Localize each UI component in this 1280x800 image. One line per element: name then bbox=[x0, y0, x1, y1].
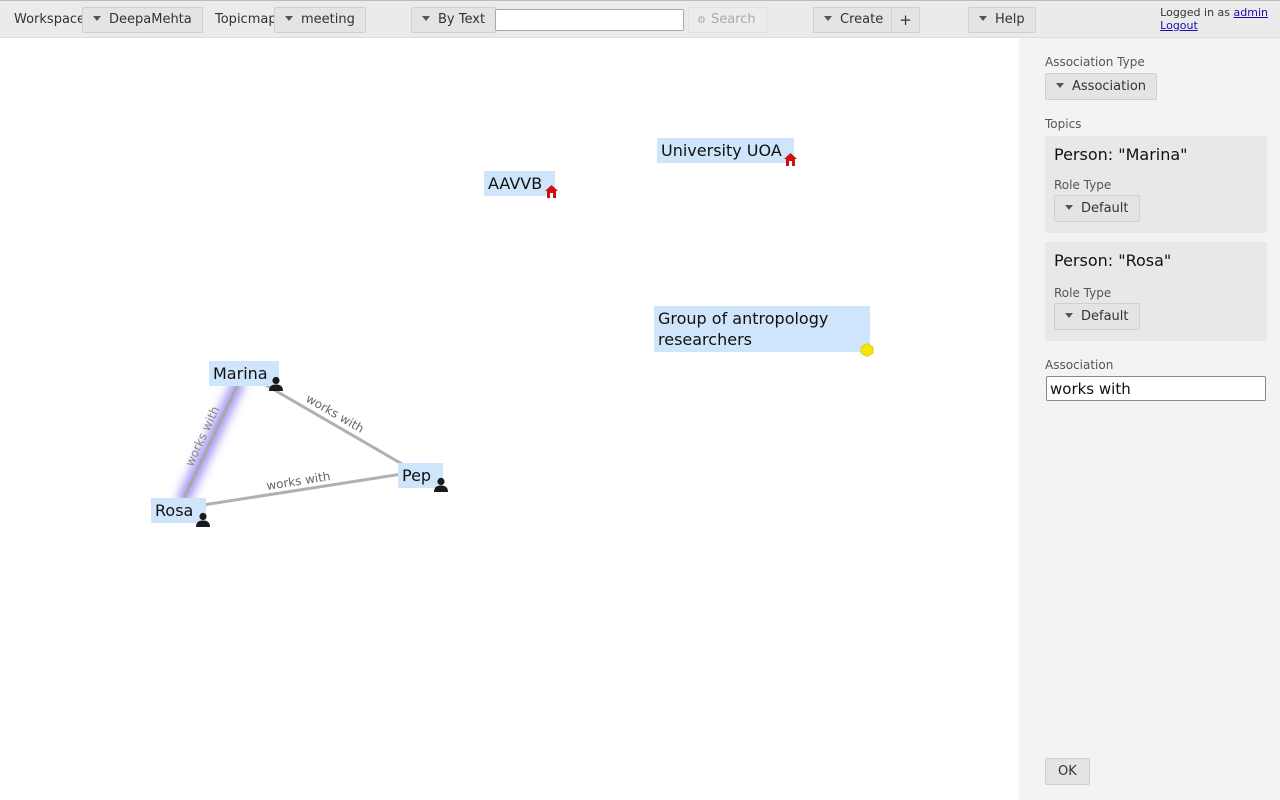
chevron-down-icon bbox=[1065, 205, 1073, 210]
toolbar: Workspace DeepaMehta Topicmap meeting By… bbox=[0, 0, 1280, 38]
topic-university-uoa[interactable]: University UOA bbox=[657, 138, 794, 163]
association-marina-pep[interactable] bbox=[263, 382, 403, 466]
search-mode-select[interactable]: By Text bbox=[411, 7, 497, 33]
topic-panel-rosa: Person: "Rosa" Role Type Default bbox=[1045, 242, 1267, 341]
topic-panel-title: Person: "Rosa" bbox=[1054, 251, 1172, 270]
topic-label: Marina bbox=[213, 364, 268, 383]
assoc-type-label: Association Type bbox=[1045, 55, 1145, 69]
topicmap-select-value: meeting bbox=[301, 12, 355, 27]
search-mode-value: By Text bbox=[438, 12, 486, 27]
topic-label-line2: researchers bbox=[658, 330, 752, 349]
house-icon bbox=[545, 185, 558, 198]
association-value-input[interactable] bbox=[1046, 376, 1266, 401]
role-type-label: Role Type bbox=[1054, 286, 1112, 300]
create-plus-button[interactable]: + bbox=[891, 7, 920, 33]
person-icon bbox=[269, 376, 283, 391]
create-select-label: Create bbox=[840, 12, 884, 27]
topic-label: Pep bbox=[402, 466, 432, 485]
role-type-label: Role Type bbox=[1054, 178, 1112, 192]
workspace-select-value: DeepaMehta bbox=[109, 12, 192, 27]
topic-label: Rosa bbox=[155, 501, 194, 520]
chevron-down-icon bbox=[93, 16, 101, 21]
chevron-down-icon bbox=[824, 16, 832, 21]
logged-in-text: Logged in as bbox=[1160, 6, 1231, 19]
role-type-select-marina[interactable]: Default bbox=[1054, 195, 1140, 222]
topic-label-line1: Group of antropology bbox=[658, 309, 829, 328]
topic-panel-title: Person: "Marina" bbox=[1054, 145, 1188, 164]
chevron-down-icon bbox=[422, 16, 430, 21]
topicmap-select[interactable]: meeting bbox=[274, 7, 366, 33]
chevron-down-icon bbox=[285, 16, 293, 21]
create-select[interactable]: Create bbox=[813, 7, 895, 33]
ok-button[interactable]: OK bbox=[1045, 758, 1090, 785]
detail-panel: Association Type Association Topics Pers… bbox=[1019, 38, 1280, 800]
topicmap-canvas[interactable]: works with works with works with AAVVB U… bbox=[0, 38, 1019, 800]
help-menu-label: Help bbox=[995, 12, 1025, 27]
help-menu[interactable]: Help bbox=[968, 7, 1036, 33]
workspace-select[interactable]: DeepaMehta bbox=[82, 7, 203, 33]
chevron-down-icon bbox=[979, 16, 987, 21]
topicmap-label: Topicmap bbox=[215, 12, 277, 27]
topic-label: University UOA bbox=[661, 141, 782, 160]
gear-icon: ⚙ bbox=[697, 15, 706, 26]
association-label: Association bbox=[1045, 358, 1114, 372]
logout-link[interactable]: Logout bbox=[1160, 19, 1198, 32]
search-input[interactable] bbox=[495, 9, 684, 31]
assoc-type-select[interactable]: Association bbox=[1045, 73, 1158, 100]
role-type-select-rosa[interactable]: Default bbox=[1054, 303, 1140, 330]
association-layer: works with works with works with bbox=[178, 378, 403, 507]
user-link[interactable]: admin bbox=[1234, 6, 1268, 19]
person-icon bbox=[434, 477, 448, 492]
person-icon bbox=[196, 512, 210, 527]
house-icon bbox=[784, 153, 797, 166]
search-button[interactable]: ⚙ Search bbox=[688, 7, 767, 33]
chevron-down-icon bbox=[1056, 83, 1064, 88]
workspace-label: Workspace bbox=[14, 12, 86, 27]
assoc-type-value: Association bbox=[1072, 79, 1147, 94]
search-button-label: Search bbox=[710, 12, 756, 27]
login-status: Logged in as admin Logout bbox=[1160, 6, 1268, 32]
chevron-down-icon bbox=[1065, 313, 1073, 318]
role-type-value: Default bbox=[1081, 201, 1129, 216]
role-type-value: Default bbox=[1081, 309, 1129, 324]
hexagon-icon bbox=[860, 343, 874, 357]
topic-group-antropology[interactable]: Group of antropology researchers bbox=[654, 306, 870, 352]
topic-label: AAVVB bbox=[488, 174, 543, 193]
topic-panel-marina: Person: "Marina" Role Type Default bbox=[1045, 136, 1267, 233]
topics-label: Topics bbox=[1045, 117, 1082, 131]
